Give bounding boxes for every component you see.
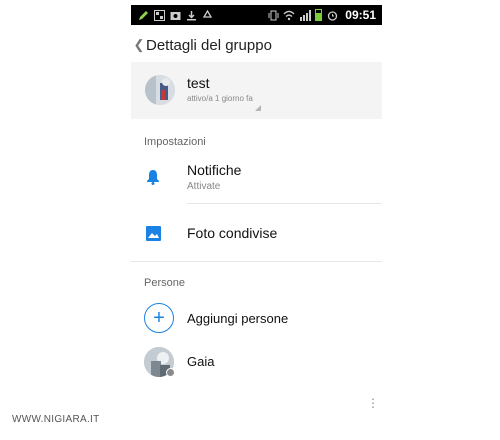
plus-icon: +	[153, 307, 165, 329]
download-icon	[185, 9, 197, 21]
group-last-active: attivo/a 1 giorno fa	[187, 94, 253, 103]
bell-icon	[144, 168, 162, 186]
group-name: test	[187, 75, 210, 91]
add-people-label[interactable]: Aggiungi persone	[187, 311, 288, 326]
phone-screen: 09:51 ❮ Dettagli del gruppo test attivo/…	[131, 0, 382, 440]
notifications-row-title[interactable]: Notifiche	[187, 162, 241, 178]
divider	[187, 203, 382, 204]
app-header: ❮ Dettagli del gruppo	[131, 30, 382, 60]
corner-triangle-icon	[255, 105, 261, 111]
status-bar-system: 09:51	[267, 8, 382, 22]
recycle-icon	[201, 9, 213, 21]
divider	[131, 261, 382, 262]
wifi-icon	[283, 9, 295, 21]
people-section-label: Persone	[144, 277, 185, 289]
clock: 09:51	[345, 8, 376, 22]
page-title: Dettagli del gruppo	[146, 36, 272, 54]
status-bar: 09:51	[131, 5, 382, 25]
more-vert-icon[interactable]: ⋮	[367, 397, 379, 409]
signal-icon	[299, 9, 311, 21]
back-chevron-icon[interactable]: ❮	[133, 37, 145, 53]
vibrate-icon	[267, 9, 279, 21]
group-card[interactable]: test attivo/a 1 giorno fa	[131, 62, 382, 119]
alarm-icon	[326, 9, 338, 21]
member-name[interactable]: Gaia	[187, 354, 214, 369]
presence-badge	[166, 368, 175, 377]
notifications-row-status: Attivate	[187, 181, 221, 192]
grid-icon	[153, 9, 165, 21]
group-avatar	[145, 75, 175, 105]
status-bar-notifications	[131, 9, 213, 21]
image-icon	[144, 224, 162, 242]
add-people-button[interactable]: +	[144, 303, 174, 333]
pencil-icon	[137, 9, 149, 21]
battery-icon	[315, 9, 323, 21]
settings-section-label: Impostazioni	[144, 136, 206, 148]
camera-icon	[169, 9, 181, 21]
watermark: WWW.NIGIARA.IT	[12, 414, 100, 425]
shared-photos-row-title[interactable]: Foto condivise	[187, 225, 277, 241]
